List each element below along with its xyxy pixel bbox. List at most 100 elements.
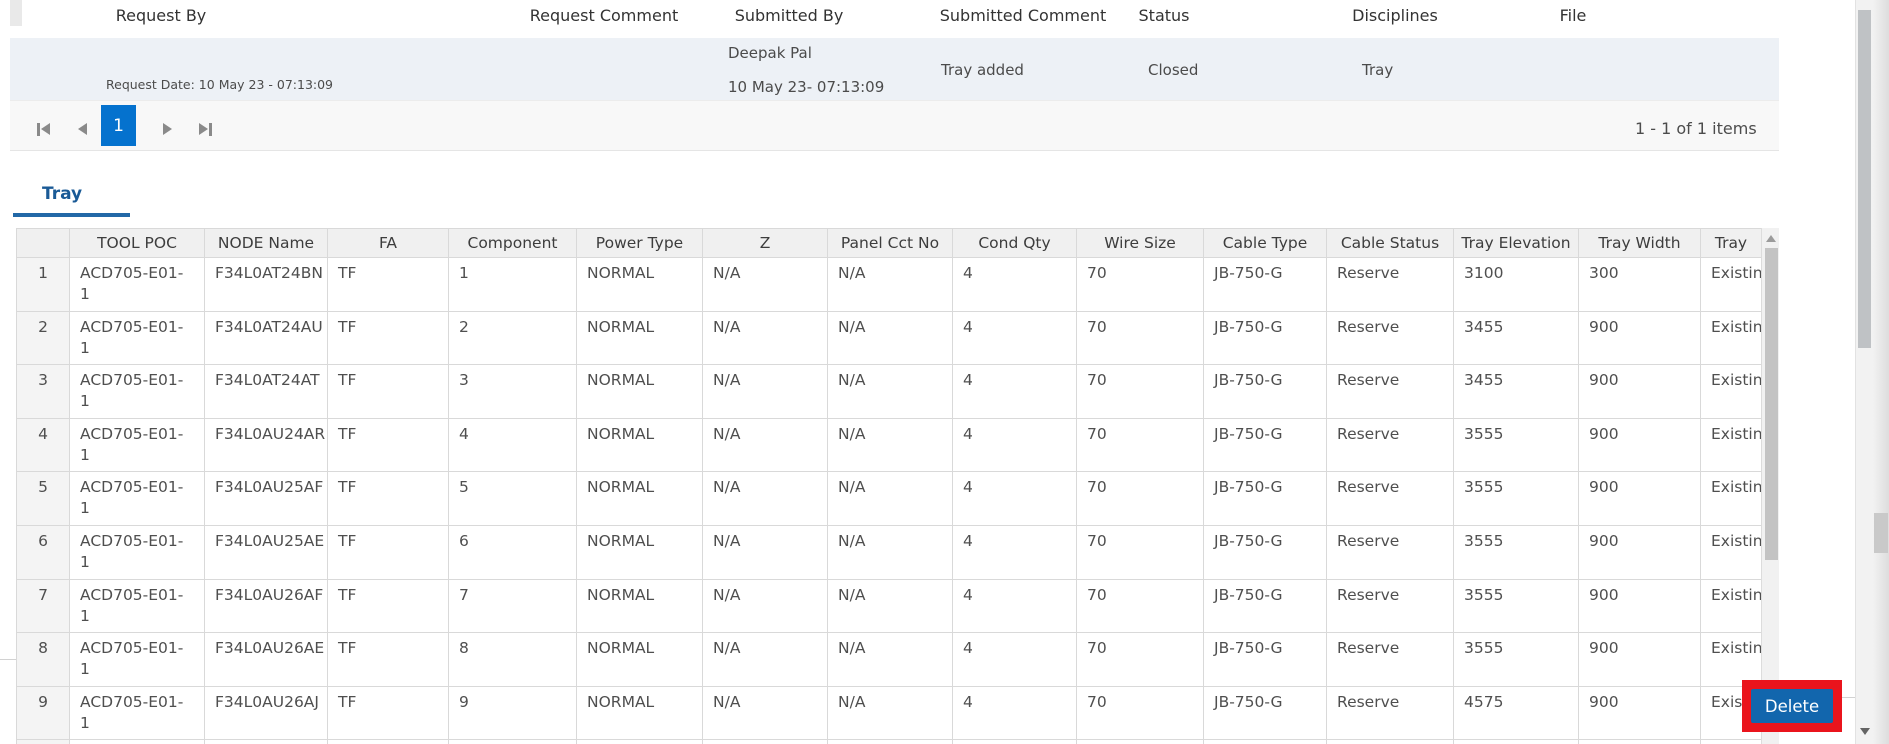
cell-panel-cct-no: N/A — [827, 257, 953, 312]
table-row[interactable]: 7 ACD705-E01-1 F34L0AU26AF TF 7 NORMAL N/A N/A 4… — [16, 578, 1761, 634]
cell-row-num: 2 — [16, 310, 70, 366]
column-header-tray-width[interactable]: Tray Width — [1578, 228, 1701, 258]
table-row[interactable]: 6 ACD705-E01-1 F34L0AU25AE TF 6 NORMAL N/A N/A 4… — [16, 524, 1761, 580]
cell-tray-width: 900 — [1578, 632, 1701, 687]
last-page-button[interactable] — [191, 116, 219, 142]
column-header-row-num[interactable] — [16, 228, 70, 258]
submitted-by-name: Deepak Pal — [728, 44, 812, 62]
column-header-component[interactable]: Component — [448, 228, 577, 258]
cell-row-num — [16, 739, 70, 744]
cell-tray: Existing — [1700, 471, 1761, 526]
cell-cable-type — [1203, 739, 1327, 744]
cell-tool-poc: ACD705-E01-1 — [69, 310, 205, 366]
previous-page-button[interactable] — [68, 116, 96, 142]
cell-wire-size: 70 — [1076, 685, 1204, 741]
column-header-cable-status[interactable]: Cable Status — [1326, 228, 1454, 258]
top-table-corner-block — [10, 0, 22, 26]
delete-button[interactable]: Delete — [1751, 689, 1833, 723]
cell-node-name: F34L0AU25AE — [204, 524, 328, 580]
cell-panel-cct-no: N/A — [827, 685, 953, 741]
cell-cable-type: JB-750-G — [1203, 471, 1327, 526]
cell-cable-status: Reserve — [1326, 524, 1454, 580]
cell-node-name: F34L0AU26AE — [204, 632, 328, 687]
cell-cable-type: JB-750-G — [1203, 578, 1327, 634]
column-header-submitted-comment[interactable]: Submitted Comment — [940, 6, 1107, 25]
cell-tray-width: 900 — [1578, 471, 1701, 526]
column-header-tray[interactable]: Tray — [1700, 228, 1761, 258]
cell-node-name: F34L0AT24BN — [204, 257, 328, 312]
cell-cond-qty: 4 — [952, 364, 1077, 419]
column-header-submitted-by[interactable]: Submitted By — [735, 6, 844, 25]
cell-component: 5 — [448, 471, 577, 526]
first-page-icon — [40, 123, 50, 135]
column-header-request-by[interactable]: Request By — [116, 6, 207, 25]
cell-panel-cct-no: N/A — [827, 578, 953, 634]
cell-cond-qty: 4 — [952, 471, 1077, 526]
table-row[interactable]: 8 ACD705-E01-1 F34L0AU26AE TF 8 NORMAL N/A N/A 4… — [16, 632, 1761, 687]
cell-cond-qty: 4 — [952, 632, 1077, 687]
cell-panel-cct-no: N/A — [827, 417, 953, 473]
tab-tray[interactable]: Tray — [42, 184, 82, 204]
table-row[interactable]: 1 ACD705-E01-1 F34L0AT24BN TF 1 NORMAL N/A N/A 4… — [16, 257, 1761, 312]
cell-cable-type: JB-750-G — [1203, 257, 1327, 312]
column-header-status[interactable]: Status — [1139, 6, 1190, 25]
scroll-up-icon[interactable] — [1766, 235, 1776, 242]
cell-wire-size: 70 — [1076, 524, 1204, 580]
column-header-panel-cct-no[interactable]: Panel Cct No — [827, 228, 953, 258]
cell-cable-type: JB-750-G — [1203, 685, 1327, 741]
cell-panel-cct-no: N/A — [827, 310, 953, 366]
browser-scrollbar[interactable] — [1873, 0, 1889, 744]
column-header-tool-poc[interactable]: TOOL POC — [69, 228, 205, 258]
cell-tray: Existing — [1700, 364, 1761, 419]
next-page-button[interactable] — [153, 116, 181, 142]
cell-z: N/A — [702, 471, 828, 526]
cell-cable-status: Reserve — [1326, 417, 1454, 473]
browser-scrollbar-thumb[interactable] — [1874, 513, 1888, 553]
column-header-wire-size[interactable]: Wire Size — [1076, 228, 1204, 258]
cell-node-name: F34L0AT24AT — [204, 364, 328, 419]
table-row[interactable]: 3 ACD705-E01-1 F34L0AT24AT TF 3 NORMAL N/A N/A 4… — [16, 364, 1761, 419]
cell-component: 2 — [448, 310, 577, 366]
first-page-button[interactable] — [29, 116, 57, 142]
scroll-down-icon[interactable] — [1859, 728, 1870, 735]
cell-cable-status: Reserve — [1326, 685, 1454, 741]
cell-fa: TF — [327, 417, 449, 473]
tab-active-underline — [13, 213, 130, 217]
cell-node-name: F34L0AU26AJ — [204, 685, 328, 741]
table-row[interactable] — [16, 739, 1761, 744]
cell-tray-elevation: 3555 — [1453, 578, 1579, 634]
column-header-fa[interactable]: FA — [327, 228, 449, 258]
cell-tray: Existing — [1700, 417, 1761, 473]
last-page-icon — [198, 123, 208, 135]
column-header-cable-type[interactable]: Cable Type — [1203, 228, 1327, 258]
column-header-cond-qty[interactable]: Cond Qty — [952, 228, 1077, 258]
cell-wire-size: 70 — [1076, 417, 1204, 473]
page-scrollbar-thumb[interactable] — [1858, 10, 1871, 348]
column-header-node-name[interactable]: NODE Name — [204, 228, 328, 258]
cell-z: N/A — [702, 578, 828, 634]
table-row[interactable]: 2 ACD705-E01-1 F34L0AT24AU TF 2 NORMAL N/A N/A 4… — [16, 310, 1761, 366]
first-page-icon — [36, 122, 40, 136]
cell-cable-status: Reserve — [1326, 364, 1454, 419]
last-page-icon — [208, 122, 212, 136]
column-header-tray-elevation[interactable]: Tray Elevation — [1453, 228, 1579, 258]
tray-table: TOOL POC NODE Name FA Component Power Type Z P… — [16, 228, 1761, 744]
cell-tool-poc: ACD705-E01-1 — [69, 364, 205, 419]
table-row[interactable]: 4 ACD705-E01-1 F34L0AU24AR TF 4 NORMAL N/A N/A 4… — [16, 417, 1761, 473]
column-header-disciplines[interactable]: Disciplines — [1352, 6, 1438, 25]
cell-power-type: NORMAL — [576, 471, 703, 526]
page-vertical-scrollbar[interactable] — [1855, 0, 1873, 744]
cell-component: 4 — [448, 417, 577, 473]
table-vertical-scrollbar[interactable] — [1761, 228, 1779, 744]
column-header-request-comment[interactable]: Request Comment — [530, 6, 678, 25]
current-page-button[interactable]: 1 — [101, 105, 136, 146]
table-row[interactable]: 9 ACD705-E01-1 F34L0AU26AJ TF 9 NORMAL N/A N/A 4… — [16, 685, 1761, 741]
column-header-power-type[interactable]: Power Type — [576, 228, 703, 258]
column-header-z[interactable]: Z — [702, 228, 828, 258]
table-scrollbar-thumb[interactable] — [1764, 248, 1778, 560]
cell-cable-type: JB-750-G — [1203, 524, 1327, 580]
table-row[interactable]: 5 ACD705-E01-1 F34L0AU25AF TF 5 NORMAL N/A N/A 4… — [16, 471, 1761, 526]
column-header-file[interactable]: File — [1560, 6, 1587, 25]
cell-tray-width: 300 — [1578, 257, 1701, 312]
cell-z: N/A — [702, 632, 828, 687]
